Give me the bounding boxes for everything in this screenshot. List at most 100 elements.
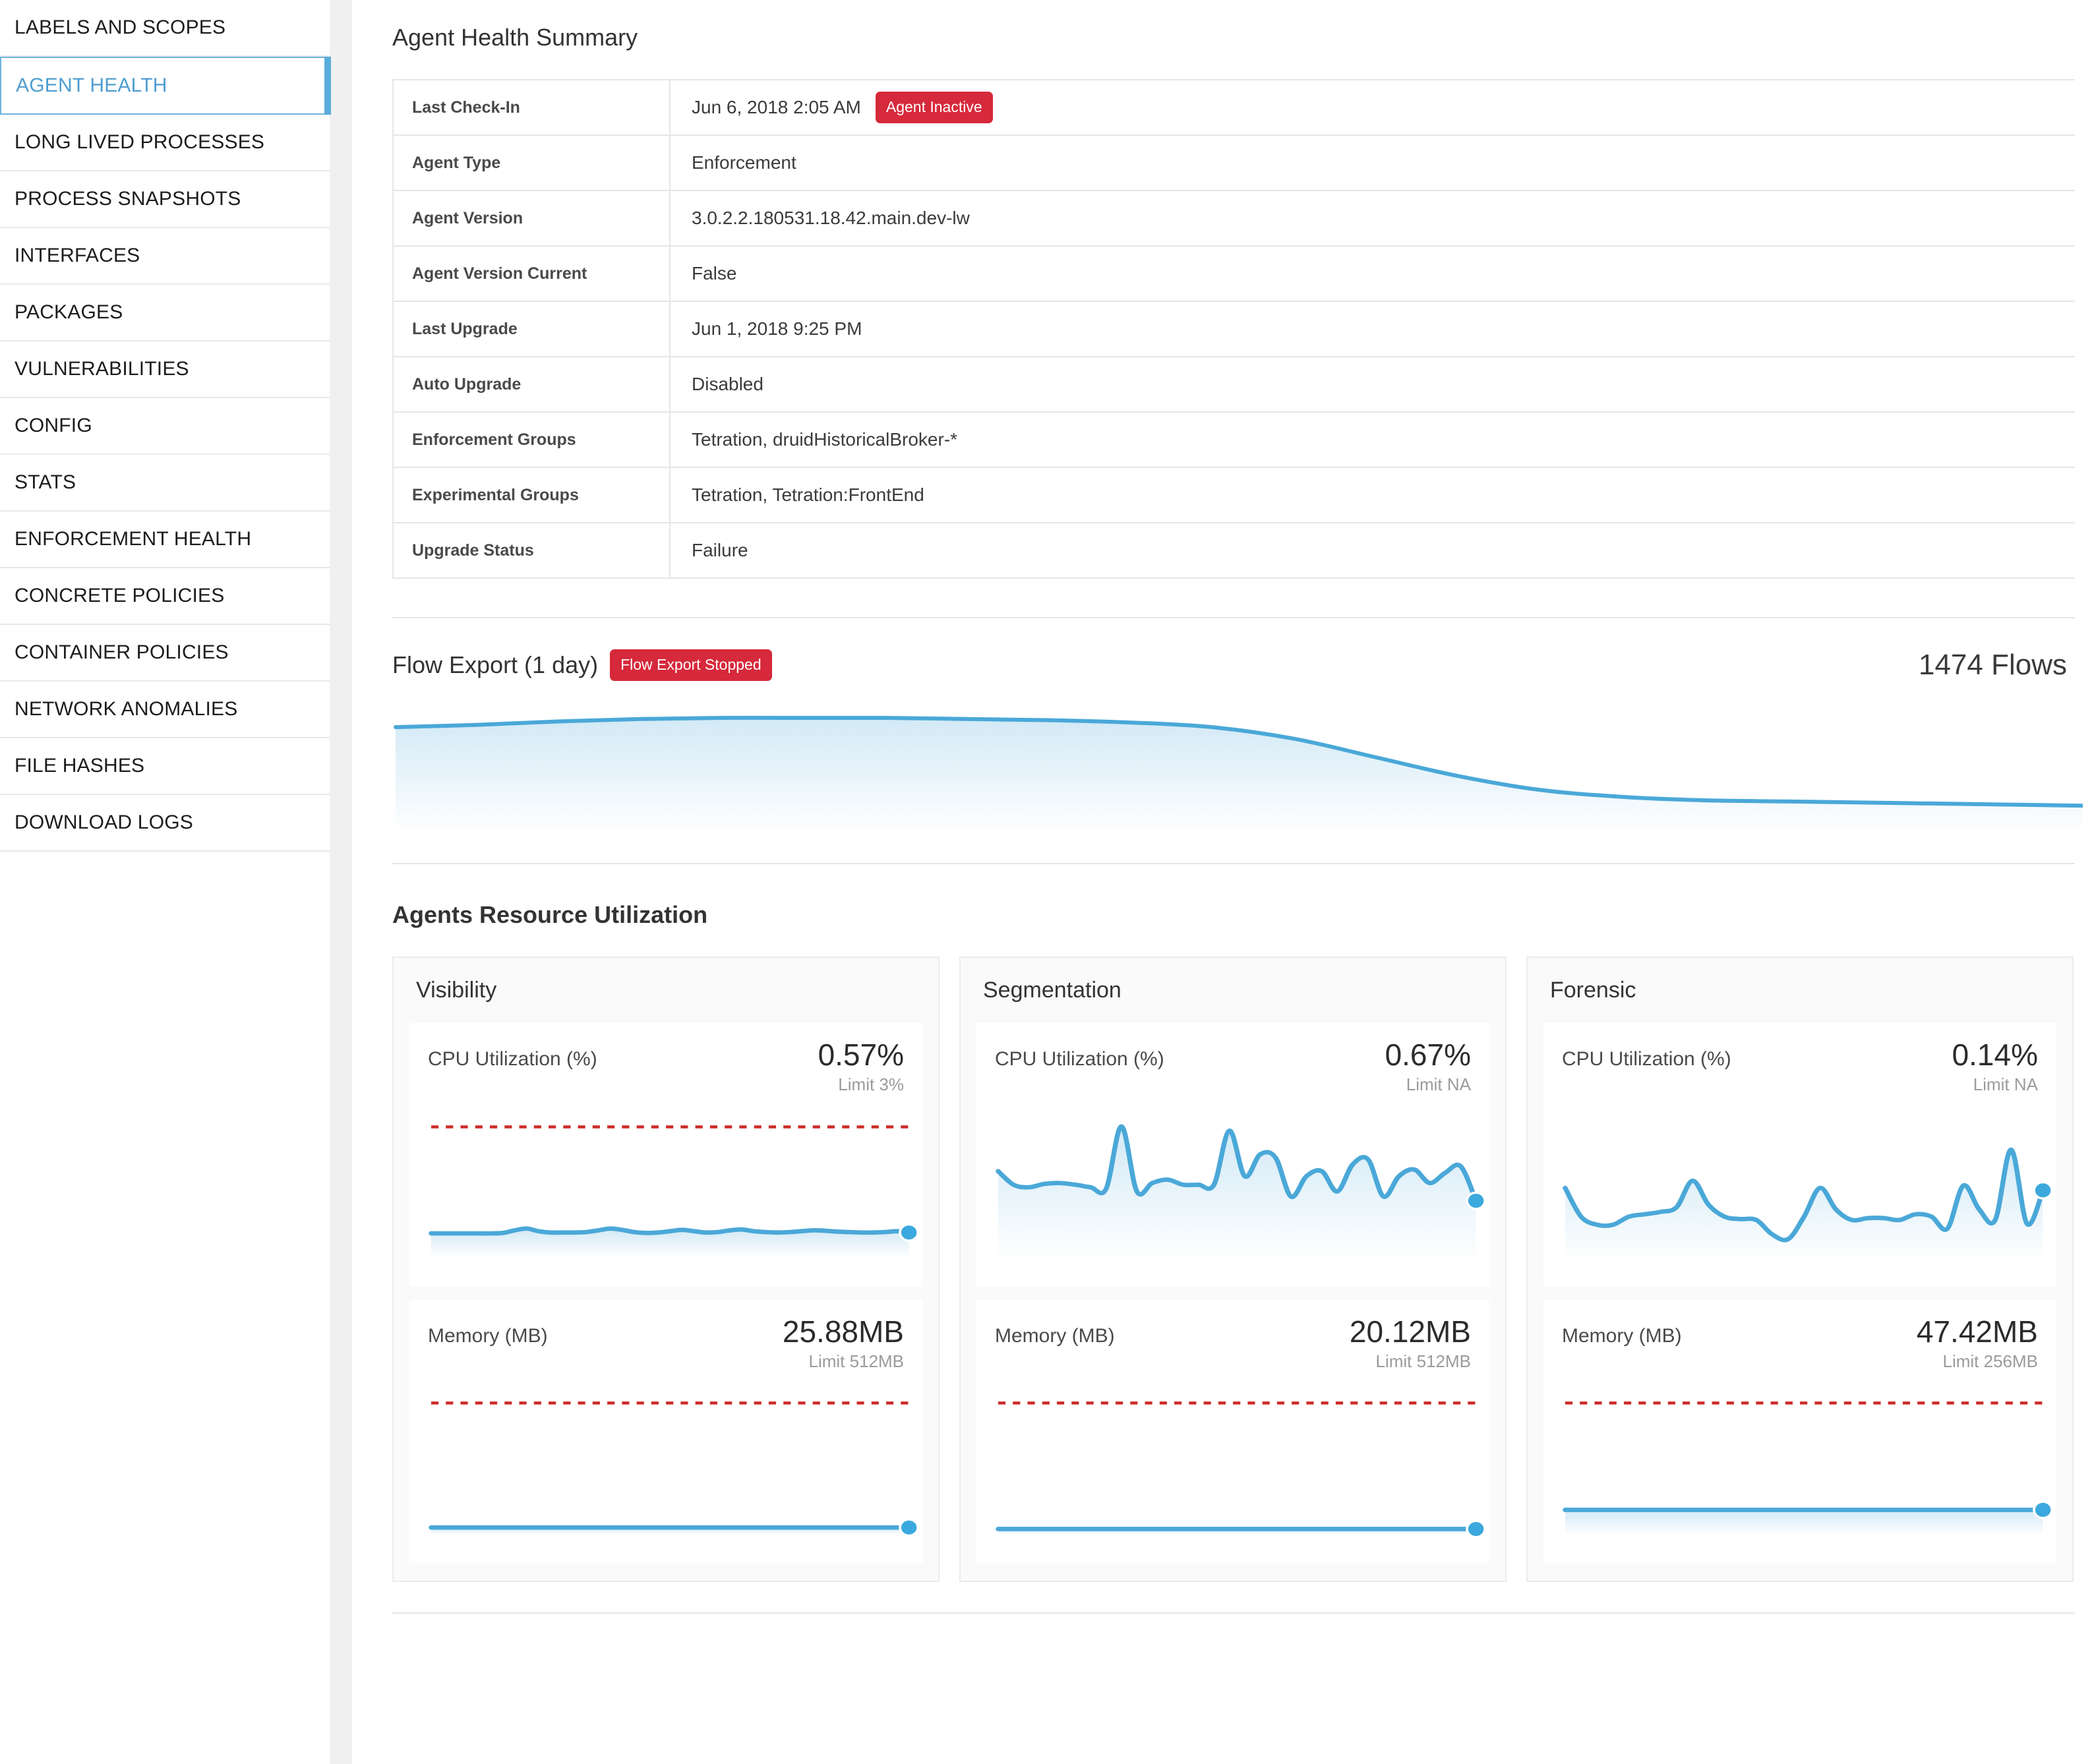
value-wrapper: Failure [692, 540, 2075, 561]
resource-cards: Visibility CPU Utilization (%) 0.57% Limit … [351, 956, 2074, 1582]
metric-limit: Limit 512MB [1375, 1351, 1472, 1372]
sidebar-item-enforcement-health[interactable]: ENFORCEMENT HEALTH [0, 512, 330, 568]
value-wrapper: 3.0.2.2.180531.18.42.main.dev-lw [692, 208, 2075, 229]
sparkline-chart [995, 1103, 1484, 1274]
table-row: Agent Version 3.0.2.2.180531.18.42.main.d… [392, 190, 2075, 247]
summary-row-label: Upgrade Status [392, 522, 671, 579]
sidebar-divider [330, 0, 351, 1764]
sidebar-item-packages[interactable]: PACKAGES [0, 285, 330, 341]
agent-health-summary-section: Last Check-In Jun 6, 2018 2:05 AM Agent In… [351, 79, 2075, 579]
sidebar-item-label: CONCRETE POLICIES [15, 585, 225, 606]
sparkline-svg [996, 1401, 1484, 1539]
section-divider-2 [392, 863, 2075, 864]
metric-limit: Limit 256MB [1942, 1351, 2039, 1372]
flow-export-title: Flow Export (1 day) [392, 651, 599, 678]
sidebar-item-label: PACKAGES [15, 301, 123, 323]
sidebar-item-label: LABELS AND SCOPES [15, 16, 226, 38]
sidebar-item-vulnerabilities[interactable]: VULNERABILITIES [0, 341, 330, 398]
sidebar-item-label: FILE HASHES [15, 755, 145, 777]
resource-card-visibility: Visibility CPU Utilization (%) 0.57% Limit … [392, 956, 940, 1582]
summary-row-value-cell: Tetration, druidHistoricalBroker-* [670, 411, 2075, 468]
metric-limit: Limit 512MB [808, 1351, 905, 1372]
table-row: Auto Upgrade Disabled [392, 356, 2075, 413]
sidebar-item-label: STATS [15, 471, 76, 493]
sidebar-item-label: AGENT HEALTH [16, 74, 167, 96]
summary-row-value-cell: 3.0.2.2.180531.18.42.main.dev-lw [670, 190, 2075, 247]
metric-values: 25.88MB Limit 512MB [783, 1316, 904, 1372]
flow-count-label: 1474 Flows [1918, 649, 2067, 681]
sparkline-chart [428, 1103, 917, 1274]
summary-row-value: Jun 6, 2018 2:05 AM [692, 97, 861, 117]
metric-value: 20.12MB [1349, 1314, 1471, 1349]
sidebar-item-long-lived-processes[interactable]: LONG LIVED PROCESSES [0, 115, 330, 171]
summary-row-value: 3.0.2.2.180531.18.42.main.dev-lw [692, 208, 970, 228]
sidebar-item-label: CONFIG [15, 415, 92, 436]
table-row: Enforcement Groups Tetration, druidHistor… [392, 411, 2075, 468]
main-content: Agent Health Summary Last Check-In Jun 6,… [351, 0, 2092, 1764]
metric-values: 47.42MB Limit 256MB [1917, 1316, 2038, 1372]
sidebar-item-download-logs[interactable]: DOWNLOAD LOGS [0, 795, 330, 852]
metric-panel: Memory (MB) 47.42MB Limit 256MB [1543, 1300, 2056, 1564]
sidebar-item-label: NETWORK ANOMALIES [15, 698, 238, 720]
metric-limit: Limit 3% [838, 1074, 904, 1095]
sidebar-item-config[interactable]: CONFIG [0, 398, 330, 455]
flow-area-fill [396, 717, 2092, 829]
flow-export-header: Flow Export (1 day) Flow Export Stopped … [351, 618, 2074, 682]
metric-label: Memory (MB) [1562, 1325, 1682, 1347]
sparkline-endpoint-dot [899, 1518, 917, 1537]
sidebar-item-label: VULNERABILITIES [15, 358, 189, 380]
sidebar-item-concrete-policies[interactable]: CONCRETE POLICIES [0, 568, 330, 625]
flow-export-status-badge: Flow Export Stopped [610, 649, 772, 681]
summary-row-label: Experimental Groups [392, 467, 671, 523]
metric-label: CPU Utilization (%) [428, 1048, 597, 1070]
sidebar-item-file-hashes[interactable]: FILE HASHES [0, 738, 330, 795]
metric-value: 47.42MB [1916, 1314, 2038, 1349]
summary-row-label: Agent Type [392, 134, 671, 191]
metric-values: 0.57% Limit 3% [818, 1039, 904, 1095]
summary-row-label: Agent Version [392, 190, 671, 247]
summary-row-value: False [692, 263, 737, 283]
summary-row-value: Enforcement [692, 152, 796, 173]
section-divider-3 [392, 1612, 2075, 1614]
sidebar-item-network-anomalies[interactable]: NETWORK ANOMALIES [0, 682, 330, 738]
sidebar-item-label: LONG LIVED PROCESSES [15, 131, 265, 153]
sidebar-item-label: CONTAINER POLICIES [15, 641, 229, 663]
resource-card-title: Forensic [1550, 978, 1636, 1003]
agent-health-summary-table: Last Check-In Jun 6, 2018 2:05 AM Agent In… [392, 79, 2075, 579]
sparkline-area-fill [1565, 1510, 2043, 1535]
left-nav: LABELS AND SCOPES AGENT HEALTH LONG LIVED … [0, 0, 331, 1764]
right-edge-spacer [2083, 0, 2092, 1764]
sidebar-item-container-policies[interactable]: CONTAINER POLICIES [0, 625, 330, 682]
summary-row-value-cell: Disabled [670, 356, 2075, 413]
sidebar-item-stats[interactable]: STATS [0, 455, 330, 512]
sparkline-endpoint-dot [899, 1223, 917, 1242]
value-wrapper: Disabled [692, 374, 2075, 395]
table-row: Agent Version Current False [392, 245, 2075, 302]
metric-value: 0.57% [818, 1038, 904, 1072]
metric-panel: Memory (MB) 20.12MB Limit 512MB [976, 1300, 1489, 1564]
summary-row-value-cell: False [670, 245, 2075, 302]
table-row: Upgrade Status Failure [392, 522, 2075, 579]
summary-row-value-cell: Jun 6, 2018 2:05 AM Agent Inactive [670, 79, 2075, 136]
metric-value: 0.67% [1385, 1038, 1471, 1072]
flow-export-chart [351, 700, 2092, 835]
summary-row-value: Tetration, druidHistoricalBroker-* [692, 429, 958, 450]
metric-limit: Limit NA [1973, 1074, 2038, 1095]
value-wrapper: Tetration, druidHistoricalBroker-* [692, 429, 2075, 450]
sparkline-svg [429, 1401, 917, 1537]
sparkline-svg [429, 1125, 917, 1258]
metric-panel: CPU Utilization (%) 0.14% Limit NA [1543, 1023, 2056, 1287]
value-wrapper: Tetration, Tetration:FrontEnd [692, 485, 2075, 506]
metric-panel: CPU Utilization (%) 0.67% Limit NA [976, 1023, 1489, 1287]
metric-header: CPU Utilization (%) 0.57% Limit 3% [428, 1039, 904, 1095]
summary-row-label: Auto Upgrade [392, 356, 671, 413]
sidebar-item-labels-and-scopes[interactable]: LABELS AND SCOPES [0, 0, 330, 57]
summary-row-label: Agent Version Current [392, 245, 671, 302]
summary-row-label: Last Check-In [392, 79, 671, 136]
sidebar-item-process-snapshots[interactable]: PROCESS SNAPSHOTS [0, 171, 330, 228]
sidebar-item-interfaces[interactable]: INTERFACES [0, 228, 330, 285]
resource-utilization-title: Agents Resource Utilization [392, 901, 708, 928]
value-wrapper: Jun 1, 2018 9:25 PM [692, 318, 2075, 339]
metric-header: Memory (MB) 47.42MB Limit 256MB [1562, 1316, 2038, 1372]
sidebar-item-agent-health[interactable]: AGENT HEALTH [0, 57, 331, 115]
